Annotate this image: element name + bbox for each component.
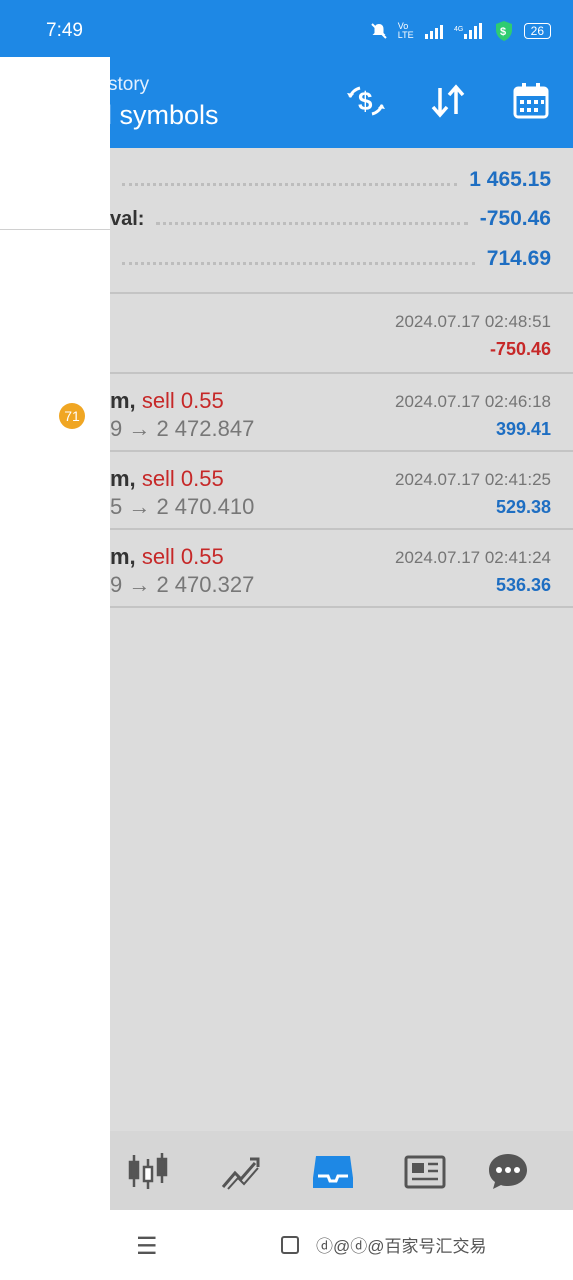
deal-type: sell 0.55 xyxy=(141,466,224,491)
dotted-leader xyxy=(122,182,458,186)
status-time: 7:49 xyxy=(46,20,83,41)
deal-row-balance[interactable]: 2024.07.17 02:48:51 -750.46 xyxy=(110,294,573,372)
deal-type: sell 0.55 xyxy=(141,388,224,413)
deal-symbol: m, sell 0.55 xyxy=(110,388,224,413)
deal-row[interactable]: m, sell 0.55 5 → 2 470.410 2024.07.17 02… xyxy=(110,452,573,530)
deal-prices: 9 → 2 472.847 xyxy=(110,416,255,441)
deal-datetime: 2024.07.17 02:46:18 xyxy=(395,392,551,411)
dollar-refresh-icon[interactable]: $ xyxy=(343,78,389,124)
deal-datetime: 2024.07.17 02:41:24 xyxy=(395,548,551,567)
dotted-leader xyxy=(156,221,468,225)
divider xyxy=(110,606,573,608)
signal-4g-icon: 4G xyxy=(454,23,482,39)
drawer-divider xyxy=(0,229,110,230)
system-navigation-bar: ☰ ⓓ@ⓓ@百家号汇交易 xyxy=(0,1210,573,1280)
deal-profit: -750.46 xyxy=(489,339,551,359)
deal-profit: 399.41 xyxy=(495,419,551,439)
dotted-leader xyxy=(122,261,475,265)
deal-datetime: 2024.07.17 02:48:51 xyxy=(395,312,551,331)
sort-icon[interactable] xyxy=(425,78,471,124)
mute-icon xyxy=(371,23,387,39)
summary-value: 1 465.15 xyxy=(469,168,551,191)
deal-datetime: 2024.07.17 02:41:25 xyxy=(395,470,551,489)
deal-type: sell 0.55 xyxy=(141,544,224,569)
calendar-icon[interactable] xyxy=(508,78,554,124)
deal-symbol: m, sell 0.55 xyxy=(110,466,224,491)
header-subtitle: story xyxy=(108,74,150,95)
signal-icon xyxy=(424,25,443,39)
deal-prices: 5 → 2 470.410 xyxy=(110,494,255,519)
notification-badge: 71 xyxy=(59,403,85,429)
shield-dollar-icon: $ xyxy=(495,21,512,41)
summary-profit: 1 465.15 xyxy=(110,163,551,197)
chat-icon[interactable] xyxy=(485,1149,531,1193)
summary-value: -750.46 xyxy=(479,207,551,230)
history-icon[interactable] xyxy=(310,1149,356,1193)
status-bar: 7:49 Vo LTE 4G $ 26 xyxy=(0,0,573,60)
summary-value: 714.69 xyxy=(486,247,551,270)
summary-withdrawal: val: -750.46 xyxy=(110,202,551,236)
deal-profit: 536.36 xyxy=(495,575,551,595)
summary-balance: 714.69 xyxy=(110,242,551,276)
quotes-icon[interactable] xyxy=(126,1149,172,1193)
navigation-drawer[interactable]: 71 xyxy=(0,57,110,1210)
watermark-text: ⓓ@ⓓ@百家号汇交易 xyxy=(316,1237,487,1256)
battery-icon: 26 xyxy=(523,23,551,39)
deal-row[interactable]: m, sell 0.55 9 → 2 470.327 2024.07.17 02… xyxy=(110,530,573,608)
svg-text:4G: 4G xyxy=(454,26,463,33)
summary-label: val: xyxy=(110,207,145,230)
home-square-icon[interactable] xyxy=(281,1236,299,1254)
deal-prices: 9 → 2 470.327 xyxy=(110,572,255,597)
svg-text:$: $ xyxy=(500,26,506,38)
volte-icon: Vo LTE xyxy=(397,21,414,40)
deal-profit: 529.38 xyxy=(495,497,551,517)
bottom-tab-bar xyxy=(110,1131,573,1210)
svg-text:$: $ xyxy=(358,86,373,116)
news-icon[interactable] xyxy=(402,1149,448,1193)
deal-symbol: m, sell 0.55 xyxy=(110,544,224,569)
chart-icon[interactable] xyxy=(218,1149,264,1193)
deal-row[interactable]: m, sell 0.55 9 → 2 472.847 2024.07.17 02… xyxy=(110,374,573,452)
menu-icon[interactable]: ☰ xyxy=(136,1232,158,1261)
header-title[interactable]: ll symbols xyxy=(100,100,219,131)
status-icons: Vo LTE 4G $ 26 xyxy=(370,20,551,42)
